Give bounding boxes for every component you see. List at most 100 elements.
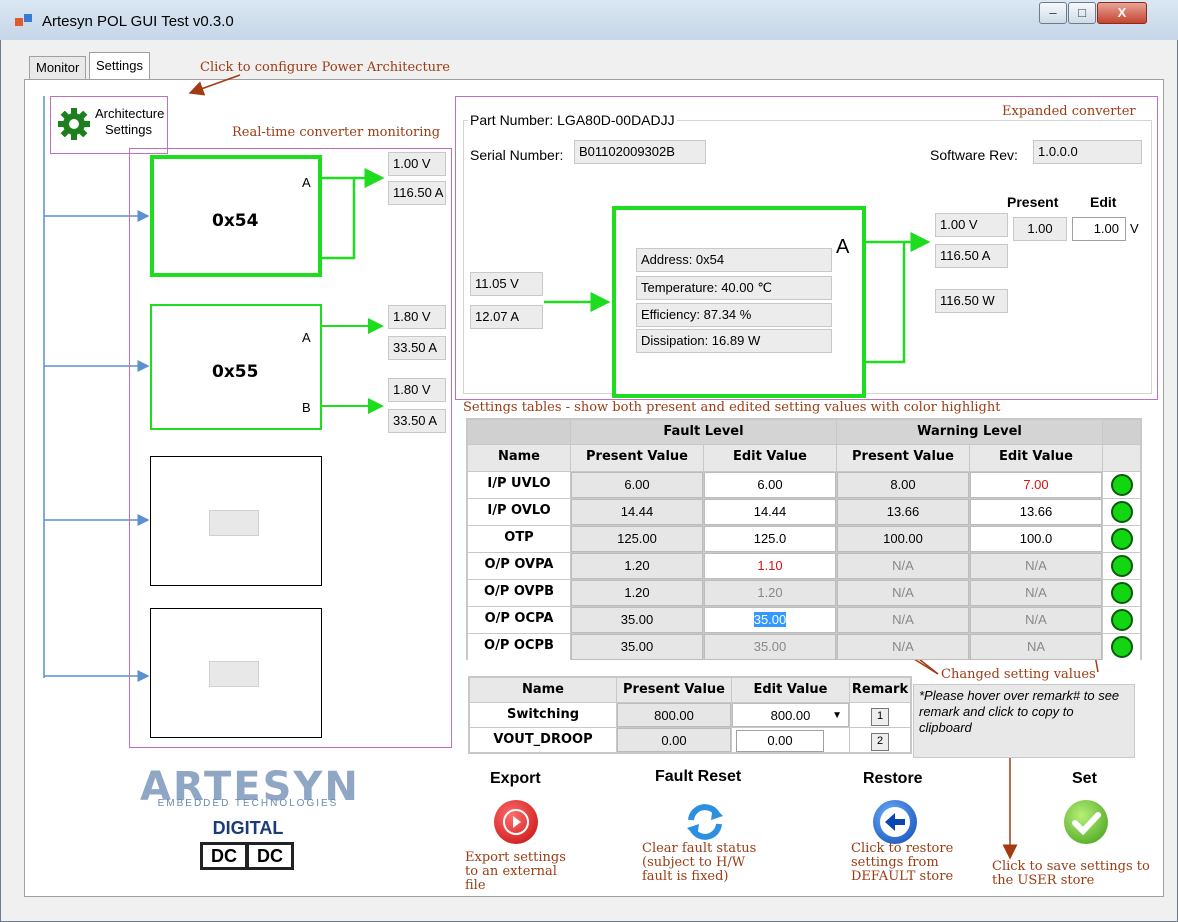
na-cell: N/A (837, 634, 969, 660)
status-cell (1103, 553, 1140, 579)
row-name: O/P OVPB (468, 580, 570, 606)
annotation-configure: Click to configure Power Architecture (200, 60, 450, 75)
fault-warning-table: Fault Level Warning Level Name Present V… (466, 418, 1142, 660)
arch-label-1: Architecture (95, 106, 165, 121)
part-number: Part Number: LGA80D-00DADJJ (468, 112, 677, 128)
restore-button[interactable] (873, 800, 917, 844)
na-cell: N/A (837, 580, 969, 606)
status-led-icon (1111, 636, 1133, 658)
row-name: OTP (468, 526, 570, 552)
edit-value-input[interactable]: 0.00 (736, 730, 824, 752)
converter-slot-empty[interactable] (150, 456, 322, 586)
status-cell (1103, 580, 1140, 606)
remark-button[interactable]: 2 (871, 733, 889, 751)
architecture-settings-button[interactable]: Architecture Settings (50, 96, 168, 154)
present-value: 13.66 (837, 499, 969, 525)
edit-value-input[interactable]: 1.10 (704, 553, 836, 579)
edit-value-input[interactable]: 13.66 (970, 499, 1102, 525)
input-voltage: 11.05 V (470, 272, 543, 296)
col-fault-present: Present Value (571, 445, 703, 471)
dc-logo-left: DC (200, 842, 248, 870)
converter-0x55[interactable]: A 0x55 B (150, 304, 322, 430)
edit-value-input[interactable]: 1.20 (704, 580, 836, 606)
rail-voltage: 1.00 V (388, 152, 446, 176)
annotation-settings-tables: Settings tables - show both present and … (463, 400, 1001, 415)
col-fault-edit: Edit Value (704, 445, 836, 471)
present-value: 800.00 (617, 703, 731, 727)
digital-logo: DIGITAL (212, 818, 284, 838)
remark-cell: 1 (850, 703, 910, 727)
serial-number: B01102009302B (574, 140, 706, 164)
edit-value-input[interactable]: 125.0 (704, 526, 836, 552)
restore-description: Click to restore settings from DEFAULT s… (851, 841, 954, 884)
converter-slot-empty[interactable] (150, 608, 322, 738)
status-led-icon (1111, 609, 1133, 631)
input-current: 12.07 A (470, 305, 543, 329)
set-button[interactable] (1064, 800, 1108, 844)
row-name: Switching Frequency (470, 703, 616, 746)
dc-logo-right: DC (246, 842, 294, 870)
checkmark-icon (1072, 812, 1101, 836)
present-value: 14.44 (571, 499, 703, 525)
edit-value-input[interactable]: 7.00 (970, 472, 1102, 498)
present-value: 35.00 (571, 634, 703, 660)
na-cell: N/A (837, 607, 969, 633)
present-value: 1.20 (571, 553, 703, 579)
converter-address: 0x54 (212, 211, 259, 231)
rail-voltage: 1.80 V (388, 378, 446, 402)
na-cell: N/A (970, 607, 1102, 633)
edit-dropdown[interactable]: 800.00 ▼ (732, 703, 849, 727)
rail-current: 33.50 A (388, 336, 446, 360)
edit-voltage-input[interactable]: 1.00 (1072, 217, 1126, 241)
fault-reset-button[interactable] (683, 800, 727, 844)
temperature-readout: Temperature: 40.00 ℃ (636, 276, 832, 300)
rail-current: 33.50 A (388, 409, 446, 433)
output-power: 116.50 W (935, 289, 1008, 313)
export-description: Export settings to an external file (465, 850, 566, 893)
remark-button[interactable]: 1 (871, 708, 889, 726)
present-value: 8.00 (837, 472, 969, 498)
converter-address: 0x55 (212, 362, 259, 382)
dropdown-value: 800.00 (770, 708, 811, 723)
present-value: 125.00 (571, 526, 703, 552)
col-name: Name (468, 445, 570, 471)
edit-value-input[interactable]: 35.00 (704, 607, 836, 633)
restore-label: Restore (863, 770, 923, 787)
edit-value-input[interactable]: 6.00 (704, 472, 836, 498)
output-voltage: 1.00 V (935, 213, 1008, 237)
status-cell (1103, 634, 1140, 660)
warning-level-header: Warning Level (837, 420, 1102, 444)
misc-settings-table: Name Present Value Edit Value Remark Swi… (468, 676, 912, 754)
present-header: Present (1007, 194, 1059, 210)
row-name: O/P OCPA (468, 607, 570, 633)
set-label: Set (1072, 770, 1097, 787)
address-placeholder (209, 510, 259, 536)
efficiency-readout: Efficiency: 87.34 % (636, 303, 832, 327)
blank-header (468, 420, 570, 444)
edit-value-input[interactable]: 14.44 (704, 499, 836, 525)
software-rev: 1.0.0.0 (1033, 140, 1142, 164)
blank-header (1103, 420, 1140, 444)
annotation-realtime: Real-time converter monitoring (232, 125, 441, 140)
status-led-icon (1111, 582, 1133, 604)
edit-header: Edit (1090, 194, 1117, 210)
status-led-icon (1111, 501, 1133, 523)
na-cell: N/A (837, 553, 969, 579)
row-name: O/P OVPA (468, 553, 570, 579)
present-value: 1.20 (571, 580, 703, 606)
col-remark: Remark (850, 678, 910, 702)
export-button[interactable] (494, 800, 538, 844)
col-warning-edit: Edit Value (970, 445, 1102, 471)
converter-0x54[interactable]: A 0x54 (150, 155, 322, 277)
gear-icon (58, 108, 90, 140)
rail-label: A (836, 236, 850, 258)
address-readout: Address: 0x54 (636, 248, 832, 272)
col-status (1103, 445, 1140, 471)
edit-value-input[interactable]: 100.0 (970, 526, 1102, 552)
present-voltage: 1.00 (1013, 217, 1067, 241)
rail-label: A (302, 175, 311, 190)
edit-value-input[interactable]: 35.00 (704, 634, 836, 660)
refresh-icon (687, 804, 723, 840)
remark-hint: *Please hover over remark# to see remark… (913, 684, 1135, 758)
status-led-icon (1111, 474, 1133, 496)
